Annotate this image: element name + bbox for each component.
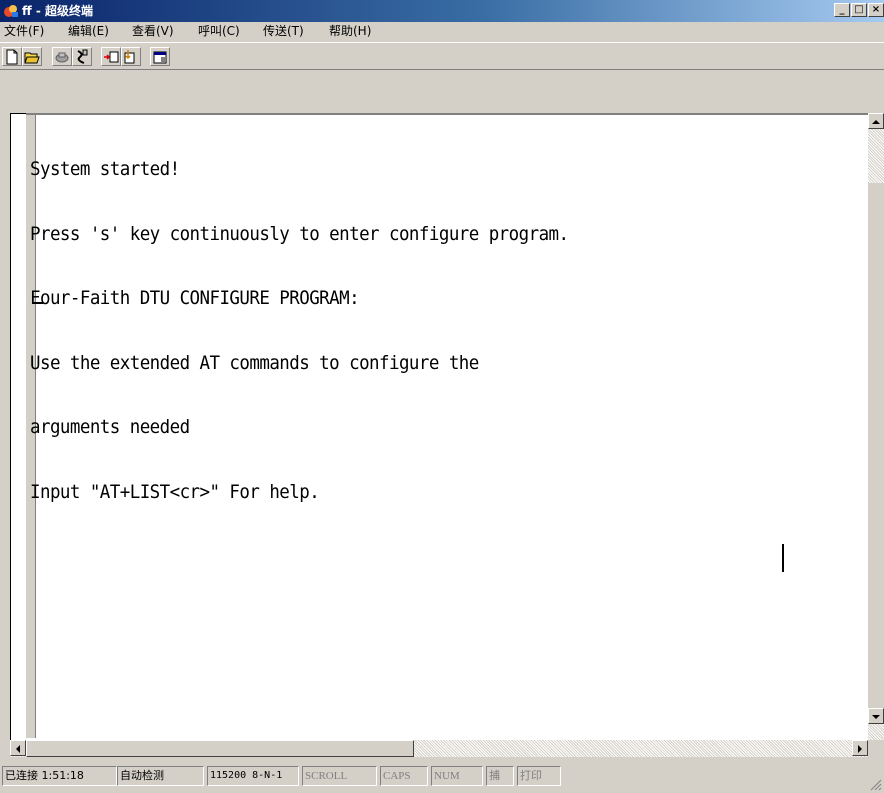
minimize-icon: _ [839,4,845,15]
scroll-down-button[interactable] [868,708,884,724]
menu-call[interactable]: 呼叫(C) [196,22,242,41]
scroll-right-button[interactable] [852,740,868,756]
status-capture: 捕 [486,766,514,786]
hyperterminal-app-icon [4,5,18,17]
disconnect-button[interactable] [72,47,92,66]
arrow-right-icon [858,745,862,753]
terminal-border [10,113,26,740]
close-button[interactable]: × [868,3,884,17]
maximize-button[interactable]: □ [851,3,867,17]
receive-icon [124,50,135,64]
terminal-line: arguments needed [30,416,190,438]
new-connection-button[interactable] [2,47,22,66]
vertical-scroll-track[interactable] [868,183,884,723]
terminal-cursor [33,302,43,304]
resize-grip-icon[interactable] [870,779,882,791]
minimize-button[interactable]: _ [834,3,850,17]
menu-view[interactable]: 查看(V) [130,22,176,41]
send-button[interactable] [101,47,121,66]
terminal-line: Input "AT+LIST<cr>" For help. [30,480,320,503]
terminal-line: Four-Faith DTU CONFIGURE PROGRAM: [30,287,360,309]
status-caps: CAPS [380,766,428,786]
properties-icon [153,51,167,64]
status-num: NUM [431,766,483,786]
maximize-icon: □ [854,4,864,15]
scroll-up-button[interactable] [868,113,884,129]
open-folder-icon [24,52,40,64]
menu-bar: 文件(F) 编辑(E) 查看(V) 呼叫(C) 传送(T) 帮助(H) [0,22,884,41]
window-title: ff - 超级终端 [22,4,94,18]
scroll-left-button[interactable] [10,740,26,756]
terminal-line: System started! [30,158,180,180]
properties-button[interactable] [150,47,170,66]
ibeam-cursor-icon [782,544,784,572]
hyperterminal-window: ff - 超级终端 _ □ × 文件(F) 编辑(E) 查看(V) 呼叫(C) … [0,0,884,793]
horizontal-scrollbar[interactable] [10,740,868,757]
status-bar: 已连接 1:51:18 自动检测 115200 8-N-1 SCROLL CAP… [0,762,884,793]
disconnect-icon [77,49,88,64]
receive-button[interactable] [121,47,141,66]
new-document-icon [6,49,18,65]
call-button[interactable] [52,47,72,66]
menu-file[interactable]: 文件(F) [2,22,46,41]
close-icon: × [871,4,881,15]
status-print: 打印 [517,766,561,786]
vertical-scrollbar[interactable] [868,113,884,740]
title-bar[interactable]: ff - 超级终端 _ □ × [0,0,884,22]
arrow-up-icon [872,120,880,124]
window-controls: _ □ × [834,3,884,19]
toolbar [0,42,884,70]
send-icon [104,51,119,63]
menu-edit[interactable]: 编辑(E) [66,22,111,41]
menu-transfer[interactable]: 传送(T) [261,22,306,41]
menu-help[interactable]: 帮助(H) [327,22,373,41]
open-button[interactable] [22,47,42,66]
arrow-down-icon [872,715,880,719]
terminal-line: Press 's' key continuously to enter conf… [30,222,569,245]
terminal-output: System started! Press 's' key continuous… [30,116,794,546]
horizontal-scroll-thumb[interactable] [26,740,414,757]
arrow-left-icon [16,745,20,753]
status-connection: 已连接 1:51:18 [2,766,117,786]
status-port-settings: 115200 8-N-1 [207,766,299,786]
call-icon [55,52,69,63]
status-scroll: SCROLL [302,766,377,786]
status-detect: 自动检测 [117,766,204,786]
terminal-line: Use the extended AT commands to configur… [30,351,479,374]
